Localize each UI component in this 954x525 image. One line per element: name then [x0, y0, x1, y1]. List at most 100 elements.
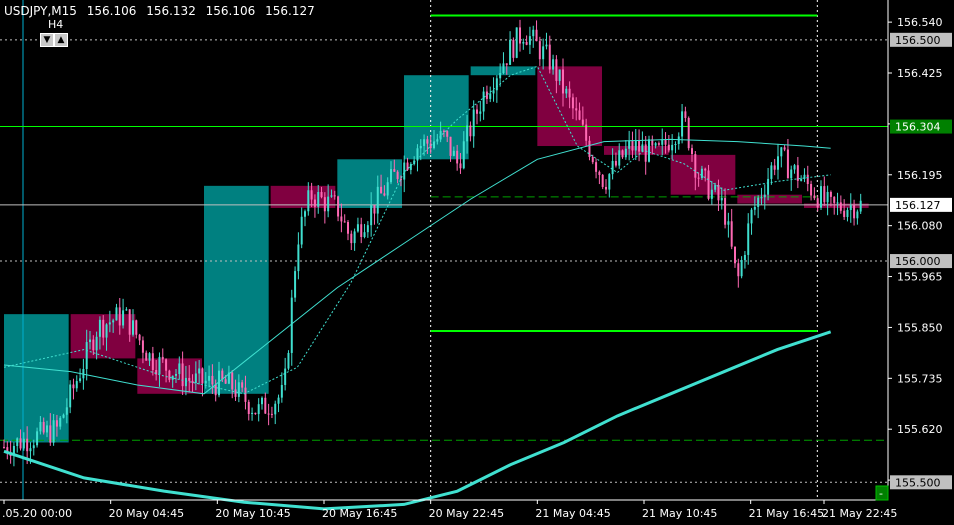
candle-body — [694, 154, 697, 178]
candle-body — [32, 445, 35, 449]
candle-body — [231, 372, 234, 390]
candle-body — [350, 233, 353, 244]
candle-body — [145, 352, 148, 361]
candle-body — [247, 401, 250, 414]
candle-body — [426, 139, 429, 144]
candle-body — [72, 384, 75, 389]
candle-body — [502, 63, 505, 74]
candle-body — [208, 375, 211, 381]
candle-body — [105, 324, 108, 338]
candle-body — [558, 69, 561, 81]
timeframe-panel: H4 ▼ ▲ — [40, 18, 70, 47]
candle-body — [499, 73, 502, 79]
candle-body — [489, 93, 492, 99]
candle-body — [677, 136, 680, 145]
candle-body — [452, 150, 455, 156]
candle-body — [115, 307, 118, 321]
minimize-button-label[interactable]: - — [879, 487, 883, 500]
candle-body — [376, 186, 379, 214]
price-tick-label: 155.965 — [897, 271, 943, 284]
candle-body — [442, 130, 445, 132]
candle-body — [681, 111, 684, 137]
candle-body — [853, 205, 856, 219]
candle-body — [704, 168, 707, 171]
candle-body — [800, 178, 803, 181]
candle-body — [810, 184, 813, 196]
candle-body — [135, 320, 138, 335]
candle-body — [621, 150, 624, 158]
candle-body — [770, 165, 773, 179]
candle-body — [641, 144, 644, 152]
candle-body — [710, 189, 713, 199]
candle-body — [65, 407, 68, 415]
candle-body — [750, 209, 753, 224]
candle-body — [42, 421, 45, 433]
candle-body — [317, 191, 320, 207]
candle-body — [175, 374, 177, 376]
candle-body — [585, 124, 588, 141]
price-tag-label: 156.127 — [895, 199, 941, 212]
candle-body — [122, 310, 125, 326]
candle-body — [568, 88, 571, 98]
candle-body — [79, 378, 82, 382]
candle-body — [839, 202, 842, 211]
candle-body — [724, 198, 727, 225]
time-tick-label: 20 May 04:45 — [109, 507, 184, 520]
candle-body — [843, 210, 846, 217]
candle-body — [419, 145, 422, 149]
candle-body — [462, 141, 465, 169]
candle-body — [287, 352, 290, 369]
candle-body — [767, 178, 770, 195]
candle-body — [168, 370, 171, 380]
candle-body — [171, 375, 174, 380]
candle-body — [509, 39, 512, 65]
candle-body — [624, 148, 627, 158]
candle-body — [571, 97, 574, 109]
candle-body — [393, 169, 396, 172]
h4-zone — [4, 314, 69, 443]
candle-body — [644, 144, 647, 162]
candle-body — [39, 421, 42, 432]
candle-body — [485, 91, 488, 99]
candle-body — [528, 36, 531, 45]
candle-body — [631, 140, 634, 151]
candle-body — [201, 368, 204, 384]
candle-body — [856, 211, 859, 219]
candle-body — [720, 198, 723, 201]
candle-body — [102, 319, 105, 338]
candle-body — [826, 191, 829, 203]
candle-body — [347, 222, 349, 234]
candle-body — [611, 160, 614, 175]
candle-body — [380, 186, 383, 194]
candle-body — [833, 196, 836, 203]
candle-body — [820, 186, 822, 208]
scroll-down-icon[interactable]: ▼ — [40, 33, 54, 47]
candle-body — [714, 185, 717, 190]
candle-body — [69, 384, 72, 408]
candle-body — [667, 144, 670, 151]
candle-body — [254, 412, 257, 415]
candle-body — [753, 206, 756, 210]
price-chart[interactable]: 156.540156.425156.310156.195156.080155.9… — [0, 0, 954, 525]
time-tick-label: 20 May 16:45 — [322, 507, 397, 520]
candle-body — [717, 185, 720, 201]
candle-body — [601, 174, 604, 187]
candle-body — [16, 438, 19, 446]
candle-body — [330, 195, 333, 197]
candle-body — [581, 119, 584, 125]
candle-body — [505, 63, 508, 65]
candle-body — [806, 174, 809, 185]
candle-body — [552, 59, 555, 70]
candle-body — [757, 197, 760, 207]
time-tick-label: 21 May 04:45 — [535, 507, 610, 520]
symbol-timeframe: USDJPY,M15 — [4, 4, 77, 18]
scroll-up-icon[interactable]: ▲ — [54, 33, 68, 47]
candle-body — [562, 69, 564, 94]
close-price: 156.127 — [265, 4, 315, 18]
candle-body — [439, 130, 442, 140]
candle-body — [244, 387, 247, 402]
candle-body — [277, 397, 280, 404]
time-tick-label: .05.20 00:00 — [2, 507, 72, 520]
candle-body — [284, 368, 287, 385]
candle-body — [333, 195, 336, 197]
